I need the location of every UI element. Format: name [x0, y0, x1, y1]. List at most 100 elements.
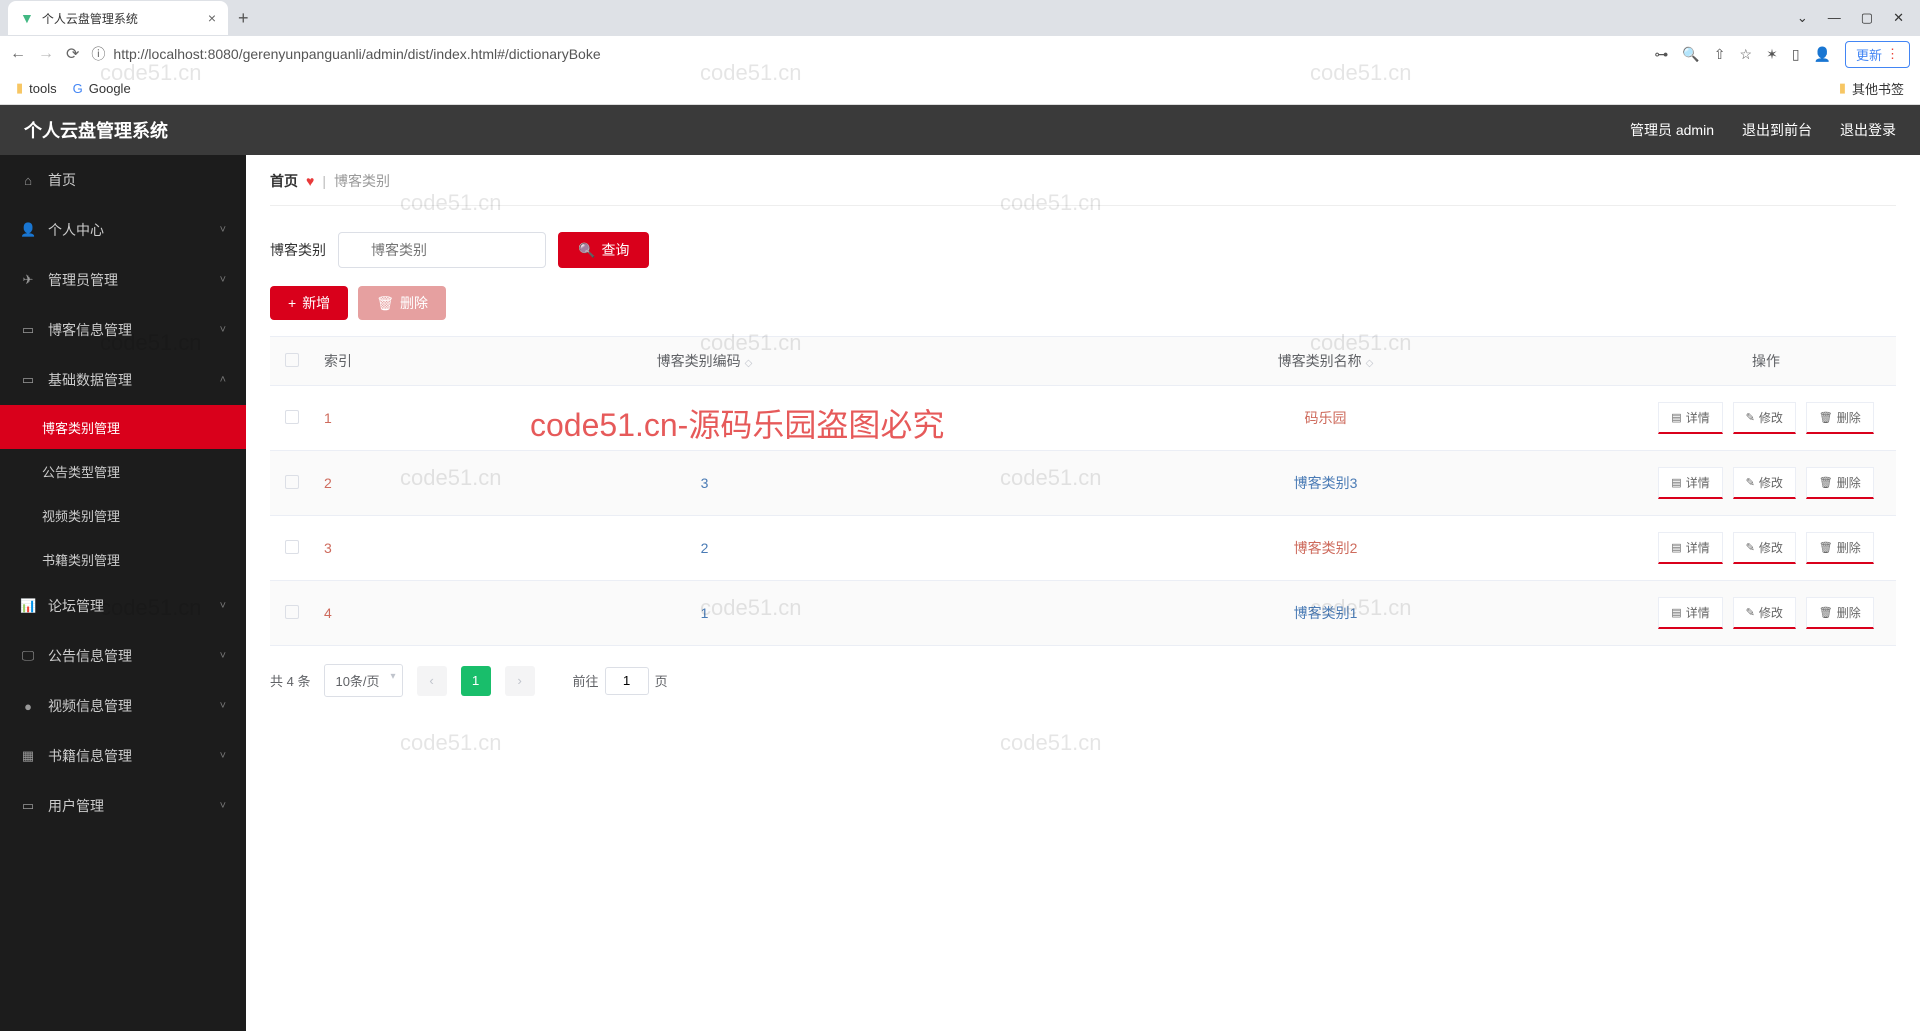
update-button[interactable]: 更新 ⋮ — [1845, 41, 1910, 68]
cell-name: 博客类别3 — [1015, 451, 1636, 516]
next-page-button[interactable]: › — [505, 666, 535, 696]
sidebar-item[interactable]: 👤 个人中心 ˅ — [0, 205, 246, 255]
sidebar-subitem[interactable]: 博客类别管理 — [0, 405, 246, 449]
address-actions: ⊶ 🔍 ⇧ ☆ ✶ ▯ 👤 更新 ⋮ — [1654, 41, 1910, 68]
minimize-icon[interactable]: — — [1828, 10, 1841, 26]
page-number[interactable]: 1 — [461, 666, 491, 696]
chevron-down-icon: ˅ — [220, 650, 226, 662]
table-row: 3 2 博客类别2 ▤详情 ✎修改 🗑删除 — [270, 516, 1896, 581]
key-icon[interactable]: ⊶ — [1654, 46, 1668, 63]
sidebar-item[interactable]: ▦ 书籍信息管理 ˅ — [0, 731, 246, 781]
app-header: 个人云盘管理系统 管理员 admin 退出到前台 退出登录 — [0, 105, 1920, 155]
trash-icon: 🗑 — [1819, 606, 1833, 619]
sidebar-home[interactable]: ⌂ 首页 — [0, 155, 246, 205]
sidebar-label: 基础数据管理 — [48, 370, 208, 390]
page-total: 共 4 条 — [270, 671, 310, 690]
sidebar: ⌂ 首页 👤 个人中心 ˅✈ 管理员管理 ˅▭ 博客信息管理 ˅▭ 基础数据管理… — [0, 155, 246, 1031]
update-label: 更新 — [1856, 45, 1882, 64]
bookmark-other[interactable]: ▮ 其他书签 — [1839, 79, 1904, 98]
batch-delete-button[interactable]: 🗑 删除 — [358, 286, 446, 320]
back-button[interactable]: ← — [10, 45, 26, 63]
folder-icon: ▮ — [1839, 80, 1846, 96]
edit-icon: ✎ — [1746, 411, 1755, 424]
edit-icon: ✎ — [1746, 541, 1755, 554]
chevron-down-icon: ˅ — [220, 600, 226, 612]
detail-button[interactable]: ▤详情 — [1658, 597, 1722, 629]
menu-icon: 👤 — [20, 222, 36, 238]
menu-icon: ✈ — [20, 272, 36, 288]
prev-page-button[interactable]: ‹ — [417, 666, 447, 696]
detail-button[interactable]: ▤详情 — [1658, 532, 1722, 564]
plus-icon: + — [288, 295, 296, 311]
sidebar-label: 视频信息管理 — [48, 696, 208, 716]
share-icon[interactable]: ⇧ — [1714, 46, 1726, 63]
close-icon[interactable]: × — [208, 10, 216, 26]
cell-ops: ▤详情 ✎修改 🗑删除 — [1636, 386, 1896, 451]
logout-front-link[interactable]: 退出到前台 — [1742, 120, 1812, 140]
maximize-icon[interactable]: ▢ — [1861, 10, 1873, 26]
sidebar-subitem[interactable]: 视频类别管理 — [0, 493, 246, 537]
site-info-icon[interactable]: ⓘ — [91, 44, 105, 64]
detail-button[interactable]: ▤详情 — [1658, 467, 1722, 499]
edit-button[interactable]: ✎修改 — [1733, 532, 1796, 564]
edit-button[interactable]: ✎修改 — [1733, 467, 1796, 499]
panel-icon[interactable]: ▯ — [1792, 46, 1800, 63]
edit-button[interactable]: ✎修改 — [1733, 597, 1796, 629]
sidebar-item[interactable]: ● 视频信息管理 ˅ — [0, 681, 246, 731]
puzzle-icon[interactable]: ✶ — [1766, 46, 1778, 63]
chevron-down-icon: ˅ — [220, 224, 226, 236]
url-box[interactable]: ⓘ http://localhost:8080/gerenyunpanguanl… — [91, 44, 1642, 64]
col-name[interactable]: 博客类别名称◇ — [1015, 337, 1636, 386]
cell-ops: ▤详情 ✎修改 🗑删除 — [1636, 516, 1896, 581]
profile-icon[interactable]: 👤 — [1814, 46, 1831, 63]
delete-button[interactable]: 🗑删除 — [1806, 597, 1874, 629]
sidebar-subitem[interactable]: 书籍类别管理 — [0, 537, 246, 581]
sidebar-item[interactable]: 🖵 公告信息管理 ˅ — [0, 631, 246, 681]
logout-link[interactable]: 退出登录 — [1840, 120, 1896, 140]
reload-button[interactable]: ⟳ — [66, 44, 79, 64]
window-close-icon[interactable]: ✕ — [1893, 10, 1904, 26]
delete-button[interactable]: 🗑删除 — [1806, 402, 1874, 434]
forward-button[interactable]: → — [38, 45, 54, 63]
bookmark-tools[interactable]: ▮ tools — [16, 80, 57, 96]
row-checkbox[interactable] — [285, 410, 299, 424]
delete-button[interactable]: 🗑删除 — [1806, 532, 1874, 564]
goto-page: 前往 页 — [573, 667, 668, 695]
search-button-label: 查询 — [601, 240, 629, 260]
col-code[interactable]: 博客类别编码◇ — [394, 337, 1015, 386]
menu-icon: ● — [20, 699, 36, 714]
delete-button[interactable]: 🗑删除 — [1806, 467, 1874, 499]
user-label[interactable]: 管理员 admin — [1630, 120, 1714, 140]
add-button[interactable]: + 新增 — [270, 286, 348, 320]
select-all-checkbox[interactable] — [285, 353, 299, 367]
edit-button[interactable]: ✎修改 — [1733, 402, 1796, 434]
page-size-select[interactable]: 10条/页 — [324, 664, 402, 697]
browser-tab[interactable]: ▼ 个人云盘管理系统 × — [8, 1, 228, 35]
star-icon[interactable]: ☆ — [1740, 46, 1753, 63]
new-tab-button[interactable]: + — [238, 8, 249, 29]
sidebar-item[interactable]: ▭ 用户管理 ˅ — [0, 781, 246, 831]
breadcrumb-home[interactable]: 首页 — [270, 171, 298, 191]
row-checkbox[interactable] — [285, 475, 299, 489]
sidebar-item[interactable]: ✈ 管理员管理 ˅ — [0, 255, 246, 305]
bookmark-google[interactable]: G Google — [73, 81, 131, 96]
search-input[interactable] — [338, 232, 546, 268]
app-body: ⌂ 首页 👤 个人中心 ˅✈ 管理员管理 ˅▭ 博客信息管理 ˅▭ 基础数据管理… — [0, 155, 1920, 1031]
search-button[interactable]: 🔍 查询 — [558, 232, 649, 268]
sidebar-subitem[interactable]: 公告类型管理 — [0, 449, 246, 493]
window-dropdown-icon[interactable]: ⌄ — [1797, 10, 1808, 26]
sidebar-label: 管理员管理 — [48, 270, 208, 290]
sidebar-item[interactable]: ▭ 博客信息管理 ˅ — [0, 305, 246, 355]
pagination: 共 4 条 10条/页 ‹ 1 › 前往 页 — [270, 664, 1896, 697]
sort-icon: ◇ — [1366, 358, 1374, 369]
detail-button[interactable]: ▤详情 — [1658, 402, 1722, 434]
row-checkbox[interactable] — [285, 605, 299, 619]
google-icon: G — [73, 81, 83, 96]
row-checkbox[interactable] — [285, 540, 299, 554]
sidebar-item[interactable]: ▭ 基础数据管理 ˄ — [0, 355, 246, 405]
chevron-up-icon: ˄ — [220, 374, 226, 386]
sidebar-item[interactable]: 📊 论坛管理 ˅ — [0, 581, 246, 631]
zoom-icon[interactable]: 🔍 — [1682, 46, 1699, 63]
goto-input[interactable] — [605, 667, 649, 695]
col-index[interactable]: 索引 — [314, 337, 394, 386]
